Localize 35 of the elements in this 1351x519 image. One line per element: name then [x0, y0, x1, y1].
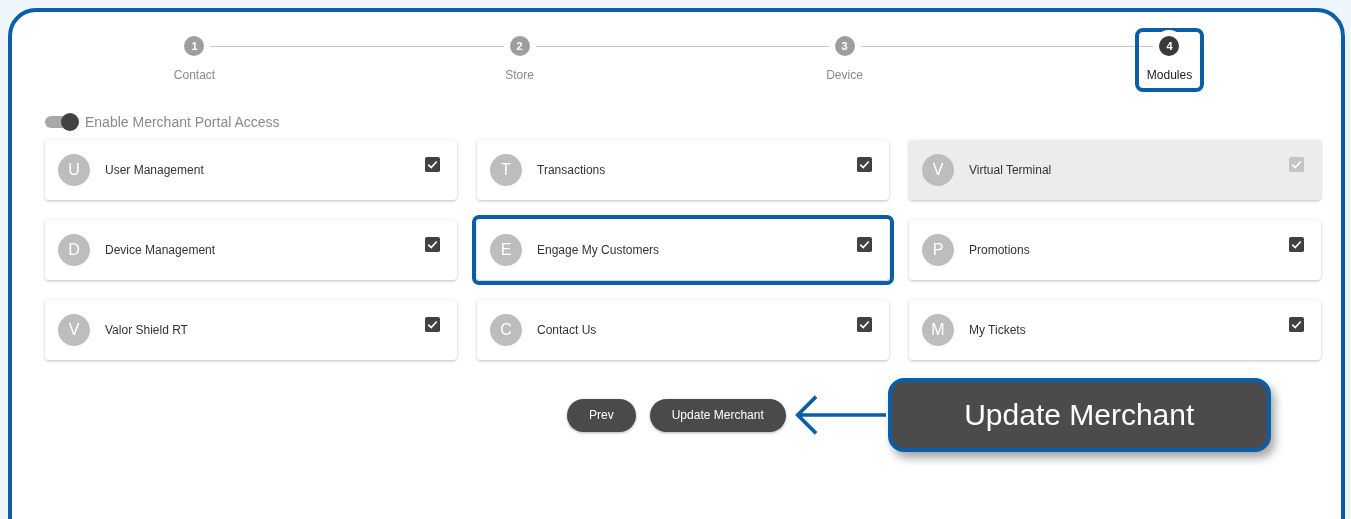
module-name: User Management [105, 163, 205, 177]
module-name: Promotions [969, 243, 1031, 257]
checkbox[interactable] [1289, 237, 1304, 252]
module-name: Transactions [537, 163, 607, 177]
avatar-letter: U [58, 154, 90, 186]
step-label[interactable]: Modules [1146, 68, 1193, 82]
checkbox[interactable] [425, 237, 440, 252]
avatar-letter: E [490, 234, 522, 266]
module-name: Engage My Customers [537, 243, 661, 257]
avatar-letter: V [58, 314, 90, 346]
prev-button[interactable]: Prev [567, 398, 636, 432]
checkbox[interactable] [1289, 317, 1304, 332]
avatar-letter: C [490, 314, 522, 346]
checkbox[interactable] [425, 317, 440, 332]
toggle-switch[interactable] [45, 116, 77, 128]
step-label[interactable]: Store [505, 68, 534, 82]
checkbox[interactable] [857, 157, 872, 172]
module-name: Contact Us [537, 323, 598, 337]
step-label[interactable]: Device [826, 68, 863, 82]
checkbox[interactable] [857, 237, 872, 252]
module-name: Virtual Terminal [969, 163, 1053, 177]
avatar-letter: M [922, 314, 954, 346]
module-name: Valor Shield RT [105, 323, 189, 337]
avatar-letter: D [58, 234, 90, 266]
callout-label: Update Merchant [887, 378, 1271, 452]
avatar-letter: T [490, 154, 522, 186]
checkbox[interactable] [425, 157, 440, 172]
module-name: Device Management [105, 243, 217, 257]
avatar-letter: P [922, 234, 954, 266]
checkbox[interactable] [857, 317, 872, 332]
update-button[interactable]: Update Merchant [649, 398, 786, 432]
module-name: My Tickets [969, 323, 1027, 337]
avatar-letter: V [922, 154, 954, 186]
step-label[interactable]: Contact [173, 68, 216, 82]
toggle-label: Enable Merchant Portal Access [85, 114, 280, 130]
